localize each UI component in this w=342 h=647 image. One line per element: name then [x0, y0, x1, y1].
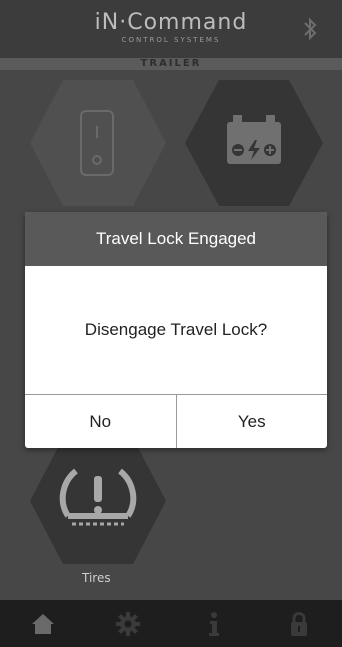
- bottom-nav: [0, 600, 342, 647]
- dialog-message: Disengage Travel Lock?: [25, 266, 327, 395]
- yes-button[interactable]: Yes: [177, 395, 328, 448]
- home-icon: [31, 613, 54, 634]
- nav-settings[interactable]: [86, 600, 172, 647]
- nav-info[interactable]: [171, 600, 257, 647]
- gear-icon: [116, 611, 141, 636]
- no-button[interactable]: No: [25, 395, 177, 448]
- info-icon: [208, 611, 219, 636]
- nav-home[interactable]: [0, 600, 86, 647]
- dialog-buttons: No Yes: [25, 395, 327, 448]
- nav-lock[interactable]: [257, 600, 342, 647]
- dialog-title: Travel Lock Engaged: [25, 212, 327, 266]
- travel-lock-dialog: Travel Lock Engaged Disengage Travel Loc…: [25, 212, 327, 448]
- lock-icon: [291, 611, 308, 636]
